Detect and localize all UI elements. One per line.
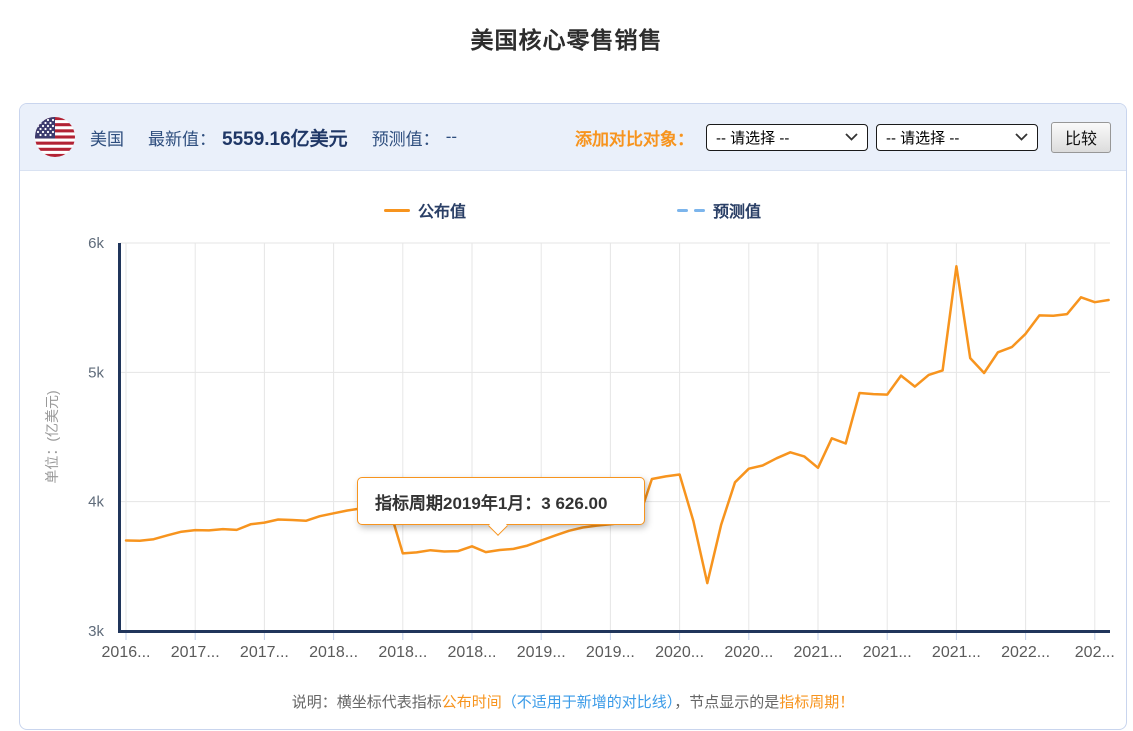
footer-text-publish-time: 公布时间 [442,694,502,711]
legend-item-forecast[interactable]: 预测值 [677,198,761,222]
chart-tooltip: 指标周期2019年1月：3 626.00 [357,477,645,525]
us-flag-icon [35,117,75,157]
add-compare-label: 添加对比对象： [575,125,694,150]
chevron-down-icon [845,133,858,141]
legend-item-published[interactable]: 公布值 [384,198,466,222]
forecast-value: -- [446,127,457,147]
latest-value: 5559.16亿美元 [222,124,348,151]
compare-select-2-value: -- 请选择 -- [886,127,959,148]
panel-header: 美国 最新值： 5559.16亿美元 预测值： -- 添加对比对象： -- 请选… [20,104,1126,171]
footer-text-note: （不适用于新增的对比线） [502,694,675,711]
footer-text: 说明：横坐标代表指标 [292,694,442,711]
country-label: 美国 [90,125,124,150]
indicator-panel: 美国 最新值： 5559.16亿美元 预测值： -- 添加对比对象： -- 请选… [19,103,1127,730]
forecast-line-swatch [677,209,705,212]
published-line-swatch [384,209,410,212]
chevron-down-icon [1015,133,1028,141]
footer-note: 说明：横坐标代表指标公布时间（不适用于新增的对比线），节点显示的是指标周期！ [19,691,1127,712]
compare-controls: 添加对比对象： -- 请选择 -- -- 请选择 -- 比较 [575,122,1111,153]
footer-text: ，节点显示的是 [674,694,779,711]
legend-published-label: 公布值 [418,198,466,222]
compare-select-2[interactable]: -- 请选择 -- [876,124,1038,151]
latest-value-label: 最新值： [148,125,216,150]
legend-forecast-label: 预测值 [713,198,761,222]
forecast-value-label: 预测值： [372,125,440,150]
page-title: 美国核心零售销售 [0,0,1133,55]
tooltip-text: 指标周期2019年1月：3 626.00 [375,489,607,514]
compare-select-1[interactable]: -- 请选择 -- [706,124,868,151]
footer-text-period: 指标周期！ [779,694,854,711]
compare-button[interactable]: 比较 [1051,122,1111,153]
compare-select-1-value: -- 请选择 -- [716,127,789,148]
